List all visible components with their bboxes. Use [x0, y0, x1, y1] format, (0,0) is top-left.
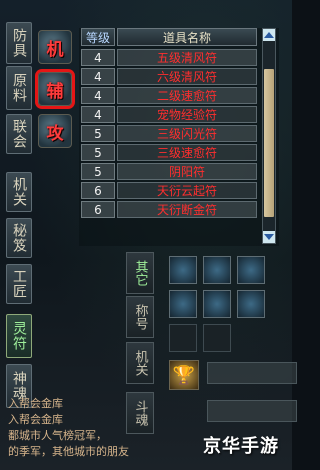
row-item-name: 天衍云起符	[117, 182, 257, 199]
item-table-panel: 等级 道具名称 4 五级清风符 4 六级清风符 4 二级速愈符 4 宠物经验符 …	[79, 28, 279, 246]
scroll-thumb[interactable]	[264, 69, 274, 217]
table-row[interactable]: 4 五级清风符	[81, 49, 257, 67]
row-level: 4	[81, 68, 115, 85]
arrow-up-icon	[264, 32, 274, 38]
skill-slot-icon[interactable]	[169, 256, 197, 284]
row-item-name: 三级速愈符	[117, 144, 257, 161]
skill-slot-icon[interactable]	[203, 290, 231, 318]
tab-armor[interactable]: 防具	[6, 22, 32, 64]
icon-glyph: 攻	[46, 123, 64, 144]
row-item-name: 五级清风符	[117, 49, 257, 66]
column-header-level[interactable]: 等级	[81, 28, 115, 46]
chat-line: 入帮会金库	[8, 413, 63, 426]
tab-secret-manual[interactable]: 秘笈	[6, 218, 32, 258]
skill-slot-icon[interactable]	[203, 256, 231, 284]
skill-slot-icon[interactable]	[237, 290, 265, 318]
table-row[interactable]: 4 宠物经验符	[81, 106, 257, 124]
table-row[interactable]: 5 三级闪光符	[81, 125, 257, 143]
tab-craftsman[interactable]: 工匠	[6, 264, 32, 304]
subtab-mechanism[interactable]: 机关	[126, 342, 154, 384]
empty-slot[interactable]	[169, 324, 197, 352]
watermark: 京华手游	[203, 436, 279, 457]
scroll-up-button[interactable]	[263, 29, 275, 41]
row-item-name: 二级速愈符	[117, 87, 257, 104]
row-item-name: 阴阳符	[117, 163, 257, 180]
tab-spirit-talisman[interactable]: 灵符	[6, 314, 32, 358]
empty-slot[interactable]	[203, 324, 231, 352]
table-row[interactable]: 4 六级清风符	[81, 68, 257, 86]
talisman-gong-icon[interactable]: 攻	[38, 114, 72, 148]
tab-materials[interactable]: 原料	[6, 66, 32, 110]
row-level: 4	[81, 49, 115, 66]
row-level: 4	[81, 106, 115, 123]
table-row[interactable]: 5 三级速愈符	[81, 144, 257, 162]
row-item-name: 天衍断金符	[117, 201, 257, 218]
table-row[interactable]: 4 二级速愈符	[81, 87, 257, 105]
table-row[interactable]: 6 天衍云起符	[81, 182, 257, 200]
row-item-name: 宠物经验符	[117, 106, 257, 123]
row-item-name: 六级清风符	[117, 68, 257, 85]
table-row[interactable]: 6 天衍断金符	[81, 201, 257, 219]
row-level: 5	[81, 163, 115, 180]
row-level: 6	[81, 182, 115, 199]
tab-alliance[interactable]: 联会	[6, 114, 32, 154]
tab-mechanism[interactable]: 机关	[6, 172, 32, 212]
scroll-down-button[interactable]	[263, 231, 275, 243]
chat-line: 入帮会金库	[8, 397, 63, 410]
arrow-down-icon	[264, 234, 274, 240]
table-row[interactable]: 5 阴阳符	[81, 163, 257, 181]
subtab-title[interactable]: 称号	[126, 296, 154, 338]
row-level: 5	[81, 125, 115, 142]
row-level: 4	[81, 87, 115, 104]
row-level: 6	[81, 201, 115, 218]
talisman-fu-icon[interactable]: 辅	[38, 72, 72, 106]
subtab-other[interactable]: 其它	[126, 252, 154, 294]
table-scrollbar[interactable]	[262, 28, 276, 244]
skill-slot-icon[interactable]	[237, 256, 265, 284]
column-header-item-name[interactable]: 道具名称	[117, 28, 257, 46]
row-item-name: 三级闪光符	[117, 125, 257, 142]
skill-slot-icon[interactable]	[169, 290, 197, 318]
trophy-icon[interactable]: 🏆	[169, 360, 199, 390]
row-level: 5	[81, 144, 115, 161]
icon-glyph: 机	[46, 39, 64, 60]
title-slot[interactable]	[207, 362, 297, 384]
icon-glyph: 辅	[46, 81, 64, 102]
talisman-ji-icon[interactable]: 机	[38, 30, 72, 64]
